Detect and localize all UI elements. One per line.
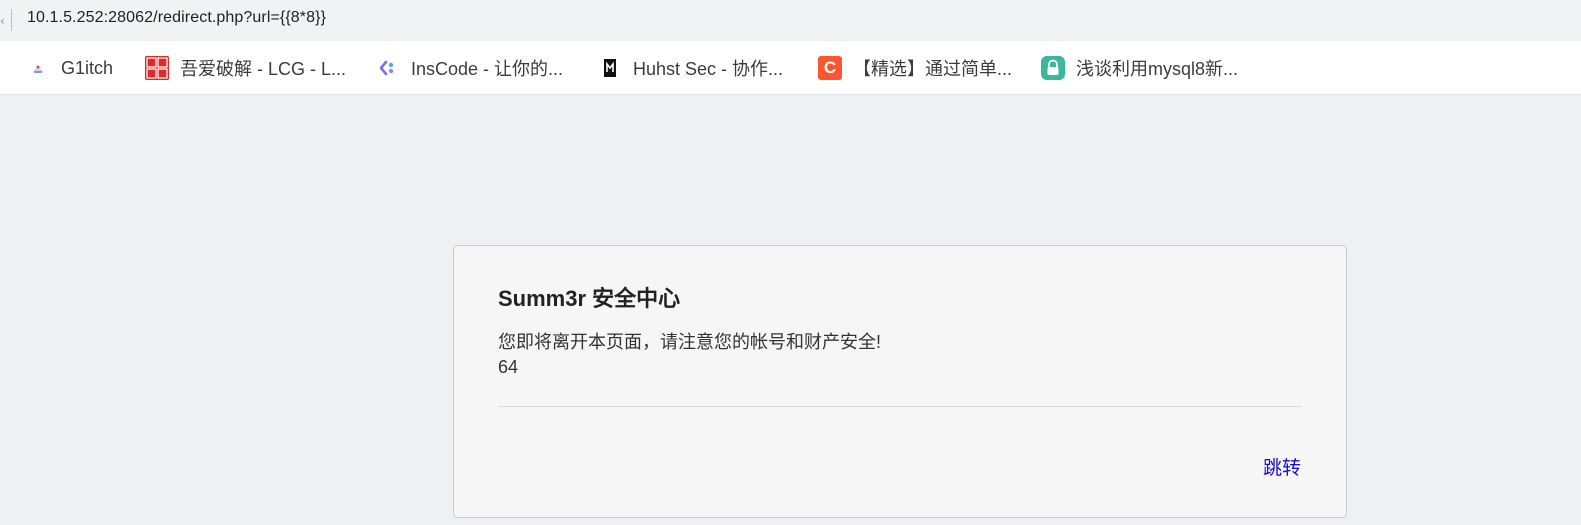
address-bar-divider: [11, 9, 12, 31]
bookmark-mysql8[interactable]: 浅谈利用mysql8新...: [1041, 54, 1238, 82]
bookmark-inscode[interactable]: InsCode - 让你的...: [376, 54, 563, 82]
bookmark-csdn[interactable]: C 【精选】通过简单...: [818, 54, 1012, 82]
bookmark-label: Huhst Sec - 协作...: [633, 59, 784, 79]
bookmark-label: InsCode - 让你的...: [411, 59, 564, 79]
warning-message: 您即将离开本页面，请注意您的帐号和财产安全!: [498, 332, 881, 352]
52pojie-icon: [145, 56, 169, 80]
bookmark-huhst-sec[interactable]: Huhst Sec - 协作...: [598, 54, 783, 82]
lock-icon: [1041, 56, 1065, 80]
bookmarks-bar: G1itch 吾爱破解 - LCG - L... InsCode - 让你的..…: [0, 41, 1581, 95]
card-divider: [498, 406, 1302, 407]
inscode-icon: [376, 56, 400, 80]
redirect-target-value: 64: [498, 357, 519, 377]
bookmark-52pojie[interactable]: 吾爱破解 - LCG - L...: [145, 54, 346, 82]
bookmark-label: G1itch: [61, 57, 114, 78]
redirect-link[interactable]: 跳转: [1263, 453, 1301, 480]
bookmark-label: 浅谈利用mysql8新...: [1076, 59, 1239, 79]
address-url[interactable]: 10.1.5.252:28062/redirect.php?url={{8*8}…: [27, 9, 326, 27]
address-bar-edge-icon: ‹: [0, 14, 5, 28]
bookmark-label: 【精选】通过简单...: [853, 59, 1013, 79]
bookmark-g1itch[interactable]: G1itch: [26, 54, 113, 82]
redirect-warning-card: Summ3r 安全中心 您即将离开本页面，请注意您的帐号和财产安全! 64 跳转: [453, 245, 1347, 518]
card-title: Summ3r 安全中心: [498, 286, 681, 311]
address-bar[interactable]: ‹ 10.1.5.252:28062/redirect.php?url={{8*…: [0, 0, 1581, 41]
csdn-icon: C: [818, 56, 842, 80]
bookmark-label: 吾爱破解 - LCG - L...: [180, 59, 347, 79]
huhst-sec-icon: [598, 56, 622, 80]
g1itch-icon: [26, 56, 50, 80]
